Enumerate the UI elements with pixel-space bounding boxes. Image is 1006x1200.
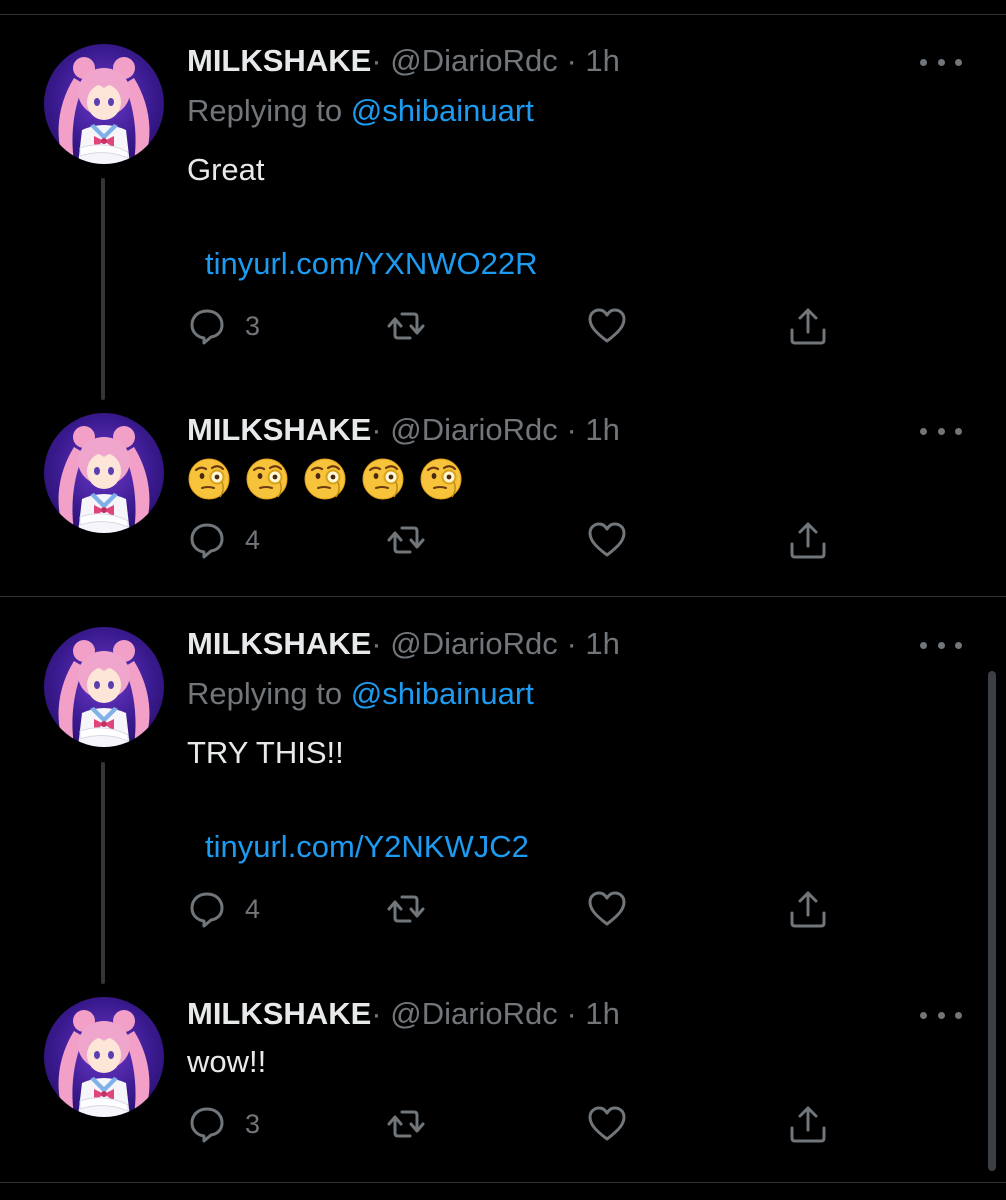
name-separator: · xyxy=(371,412,382,447)
tweet-header: MILKSHAKE· @DiarioRdc · 1h xyxy=(187,625,620,663)
reply-button[interactable]: 3 xyxy=(187,1102,260,1146)
face-with-monocle-emoji xyxy=(245,457,289,501)
retweet-button[interactable] xyxy=(386,304,426,348)
thread-connector-line xyxy=(101,762,105,984)
reply-count: 3 xyxy=(245,310,261,341)
bottom-divider xyxy=(0,1182,1006,1183)
replying-to-handle[interactable]: @shibainuart xyxy=(351,93,534,128)
speech-bubble-icon xyxy=(187,889,227,929)
face-with-monocle-emoji xyxy=(303,457,347,501)
retweet-icon xyxy=(386,889,426,929)
user-handle[interactable]: @DiarioRdc xyxy=(390,626,558,661)
name-separator: · xyxy=(371,626,382,661)
share-icon xyxy=(788,889,828,929)
heart-icon xyxy=(587,1104,627,1144)
share-button[interactable] xyxy=(788,887,828,931)
avatar[interactable] xyxy=(44,413,164,533)
more-dots-icon[interactable] xyxy=(920,1005,962,1025)
tweet-header: MILKSHAKE· @DiarioRdc · 1h xyxy=(187,995,620,1033)
share-icon xyxy=(788,1104,828,1144)
retweet-button[interactable] xyxy=(386,1102,426,1146)
tweet-text: Great xyxy=(187,152,265,187)
reply-button[interactable]: 3 xyxy=(187,304,260,348)
replying-to-label: Replying to xyxy=(187,93,351,128)
more-dots-icon[interactable] xyxy=(920,635,962,655)
tweet-text: wow!! xyxy=(187,1044,267,1079)
avatar[interactable] xyxy=(44,44,164,164)
retweet-button[interactable] xyxy=(386,887,426,931)
tweet-link[interactable]: tinyurl.com/YXNWO22R xyxy=(205,245,537,283)
reply-count: 4 xyxy=(245,893,261,924)
like-button[interactable] xyxy=(587,518,627,562)
like-button[interactable] xyxy=(587,887,627,931)
retweet-icon xyxy=(386,306,426,346)
face-with-monocle-emoji xyxy=(419,457,463,501)
thread-divider xyxy=(0,596,1006,597)
display-name[interactable]: MILKSHAKE xyxy=(187,996,371,1031)
face-with-monocle-emoji xyxy=(361,457,405,501)
tweet-link[interactable]: tinyurl.com/Y2NKWJC2 xyxy=(205,828,529,866)
timestamp[interactable]: · 1h xyxy=(566,626,619,661)
display-name[interactable]: MILKSHAKE xyxy=(187,626,371,661)
share-button[interactable] xyxy=(788,304,828,348)
speech-bubble-icon xyxy=(187,1104,227,1144)
tweet-text: TRY THIS!! xyxy=(187,735,344,770)
replying-to-handle[interactable]: @shibainuart xyxy=(351,676,534,711)
display-name[interactable]: MILKSHAKE xyxy=(187,43,371,78)
thread-connector-line xyxy=(101,178,105,400)
timestamp[interactable]: · 1h xyxy=(566,996,619,1031)
timestamp[interactable]: · 1h xyxy=(566,43,619,78)
like-button[interactable] xyxy=(587,304,627,348)
share-button[interactable] xyxy=(788,518,828,562)
top-divider xyxy=(0,14,1006,15)
more-dots-icon[interactable] xyxy=(920,421,962,441)
heart-icon xyxy=(587,889,627,929)
like-button[interactable] xyxy=(587,1102,627,1146)
reply-count: 4 xyxy=(245,524,261,555)
timestamp[interactable]: · 1h xyxy=(566,412,619,447)
tweet-actions: 4 xyxy=(187,518,847,562)
share-icon xyxy=(788,306,828,346)
tweet-header: MILKSHAKE· @DiarioRdc · 1h xyxy=(187,411,620,449)
user-handle[interactable]: @DiarioRdc xyxy=(390,43,558,78)
retweet-icon xyxy=(386,1104,426,1144)
name-separator: · xyxy=(371,43,382,78)
tweet-actions: 3 xyxy=(187,304,847,348)
avatar[interactable] xyxy=(44,627,164,747)
replying-to-label: Replying to xyxy=(187,676,351,711)
speech-bubble-icon xyxy=(187,520,227,560)
reply-count: 3 xyxy=(245,1108,261,1139)
reply-button[interactable]: 4 xyxy=(187,518,260,562)
heart-icon xyxy=(587,520,627,560)
tweet-actions: 4 xyxy=(187,887,847,931)
retweet-icon xyxy=(386,520,426,560)
tweet-header: MILKSHAKE· @DiarioRdc · 1h xyxy=(187,42,620,80)
face-with-monocle-emoji xyxy=(187,457,231,501)
retweet-button[interactable] xyxy=(386,518,426,562)
name-separator: · xyxy=(371,996,382,1031)
speech-bubble-icon xyxy=(187,306,227,346)
replying-to: Replying to @shibainuart xyxy=(187,92,534,130)
user-handle[interactable]: @DiarioRdc xyxy=(390,996,558,1031)
share-icon xyxy=(788,520,828,560)
share-button[interactable] xyxy=(788,1102,828,1146)
user-handle[interactable]: @DiarioRdc xyxy=(390,412,558,447)
replying-to: Replying to @shibainuart xyxy=(187,675,534,713)
tweet-emoji-row xyxy=(187,457,463,501)
display-name[interactable]: MILKSHAKE xyxy=(187,412,371,447)
tweet-actions: 3 xyxy=(187,1102,847,1146)
scrollbar[interactable] xyxy=(988,671,996,1171)
heart-icon xyxy=(587,306,627,346)
more-dots-icon[interactable] xyxy=(920,52,962,72)
reply-button[interactable]: 4 xyxy=(187,887,260,931)
avatar[interactable] xyxy=(44,997,164,1117)
